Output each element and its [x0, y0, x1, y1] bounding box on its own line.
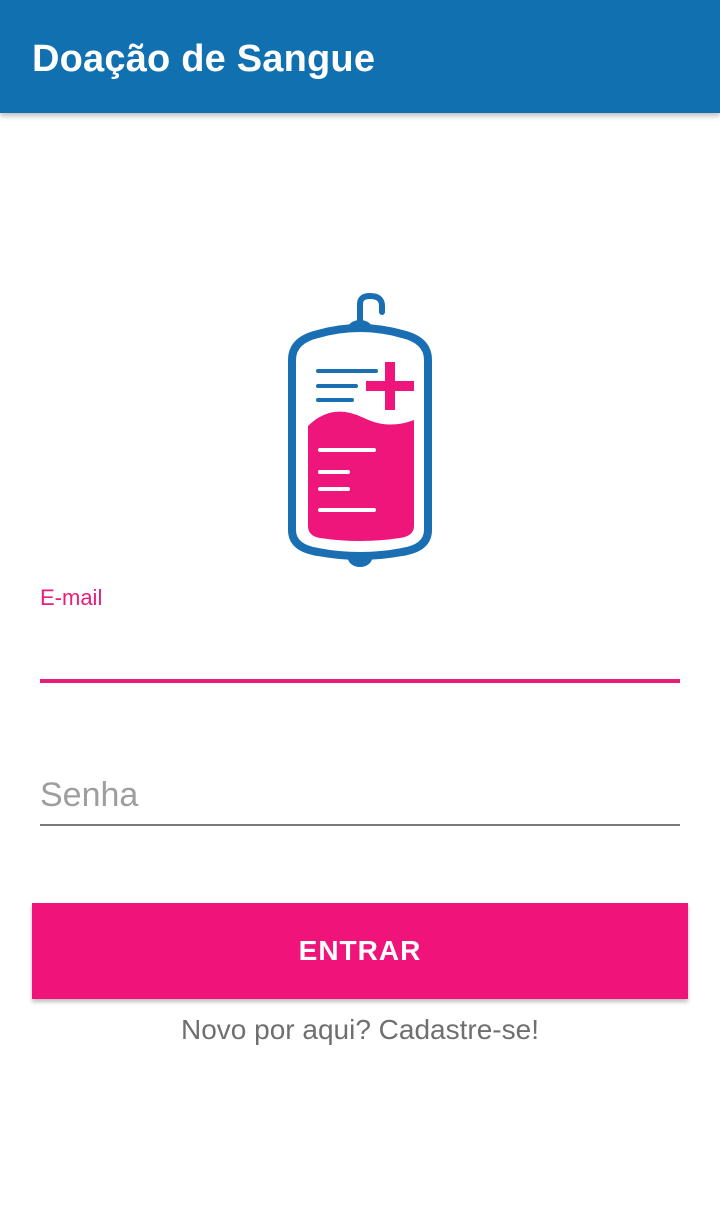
email-field-group: E-mail [40, 584, 680, 684]
password-field-group [40, 766, 680, 828]
app-title: Doação de Sangue [32, 38, 376, 80]
email-input[interactable] [40, 624, 680, 674]
email-label: E-mail [40, 585, 103, 610]
login-button[interactable]: ENTRAR [32, 903, 688, 999]
signup-link[interactable]: Novo por aqui? Cadastre-se! [0, 1012, 720, 1048]
password-underline [40, 824, 680, 826]
password-input[interactable] [40, 772, 680, 818]
email-underline [40, 679, 680, 683]
blood-bag-icon [280, 290, 440, 570]
app-bar: Doação de Sangue [0, 0, 720, 113]
